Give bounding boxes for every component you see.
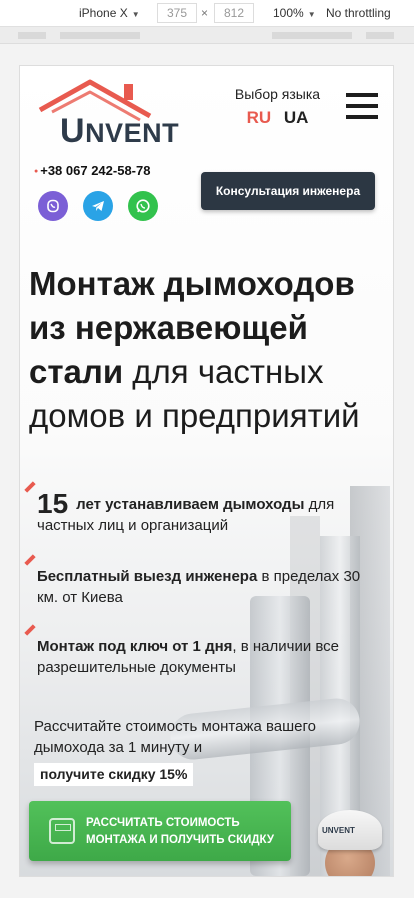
feature-bold: Монтаж под ключ от 1 дня (37, 638, 233, 655)
calc-intro: Рассчитайте стоимость монтажа вашего дым… (34, 716, 354, 786)
discount-badge: получите скидку 15% (34, 763, 194, 786)
calculate-cost-button[interactable]: РАССЧИТАТЬ СТОИМОСТЬ МОНТАЖА И ПОЛУЧИТЬ … (29, 801, 291, 861)
engineer-photo: UNVENT (310, 802, 393, 876)
feature-item: Бесплатный выезд инженера в пределах 30 … (24, 554, 377, 608)
cta-line-2: МОНТАЖА И ПОЛУЧИТЬ СКИДКУ (86, 834, 275, 846)
phone-icon: ● (34, 168, 39, 176)
site-logo[interactable]: UNVENT (38, 76, 193, 150)
ruler-segment (366, 32, 394, 39)
telegram-icon[interactable] (83, 191, 113, 221)
hamburger-menu-icon[interactable] (346, 93, 378, 119)
cap-logo: UNVENT (322, 826, 355, 835)
throttle-value: No throttling (326, 6, 391, 20)
language-switcher: Выбор языка RU UA (230, 86, 325, 128)
calc-text: Рассчитайте стоимость монтажа вашего дым… (34, 718, 316, 756)
zoom-select[interactable]: 100% ▼ (273, 6, 316, 22)
lang-ru-link[interactable]: RU (247, 108, 272, 127)
chevron-down-icon: ▼ (307, 10, 316, 19)
cta-line-1: РАССЧИТАТЬ СТОИМОСТЬ (86, 817, 240, 829)
devtools-toolbar: iPhone X ▼ 375 × 812 100% ▼ No throttling (0, 0, 414, 27)
ruler-segment (60, 32, 140, 39)
feature-bold: лет устанавливаем дымоходы (76, 496, 305, 513)
device-name: iPhone X (79, 6, 128, 20)
feature-number: 15 (37, 488, 69, 519)
language-label: Выбор языка (234, 86, 321, 102)
device-viewport: UNVENT Выбор языка RU UA ● +38 067 242-58… (19, 65, 394, 877)
phone-number: +38 067 242-58-78 (40, 163, 151, 178)
height-input[interactable]: 812 (214, 3, 254, 23)
chevron-down-icon: ▼ (131, 10, 140, 19)
media-query-bar[interactable] (0, 27, 414, 44)
times-sign: × (201, 6, 209, 20)
throttle-select[interactable]: No throttling (326, 6, 391, 20)
device-select[interactable]: iPhone X ▼ (79, 6, 140, 22)
calculator-icon (49, 818, 75, 844)
feature-bold: Бесплатный выезд инженера (37, 568, 258, 585)
ruler-segment (18, 32, 46, 39)
viber-icon[interactable] (38, 191, 68, 221)
width-input[interactable]: 375 (157, 3, 197, 23)
consult-engineer-button[interactable]: Консультация инженера (201, 172, 375, 210)
lang-ua-link[interactable]: UA (284, 108, 309, 127)
logo-wordmark: UNVENT (60, 112, 180, 150)
feature-item: 15 лет устанавливаем дымоходы для частных… (24, 481, 377, 536)
cta-label: РАССЧИТАТЬ СТОИМОСТЬ МОНТАЖА И ПОЛУЧИТЬ … (86, 815, 274, 849)
phone-link[interactable]: ● +38 067 242-58-78 (34, 163, 150, 178)
page-title: Монтаж дымоходов из нержавеющей стали дл… (29, 262, 379, 438)
feature-item: Монтаж под ключ от 1 дня, в наличии все … (24, 624, 377, 678)
whatsapp-icon[interactable] (128, 191, 158, 221)
ruler-segment (272, 32, 352, 39)
zoom-value: 100% (273, 6, 304, 20)
